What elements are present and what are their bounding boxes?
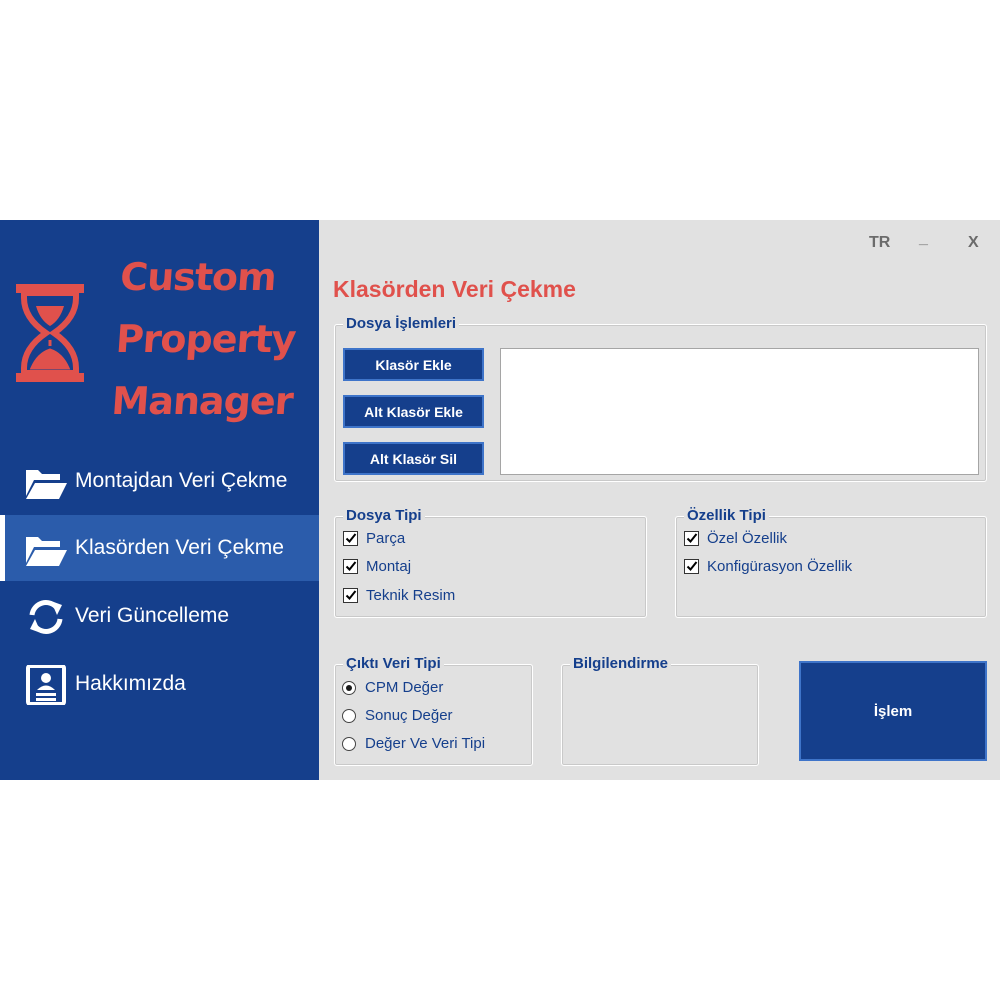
remove-subfolder-button[interactable]: Alt Klasör Sil <box>343 442 484 475</box>
radio-cpm-deger[interactable]: CPM Değer <box>342 679 443 696</box>
group-title: Çıktı Veri Tipi <box>343 655 444 672</box>
checkbox-label: Montaj <box>366 558 412 575</box>
folder-open-icon <box>26 537 67 566</box>
close-button[interactable]: X <box>968 234 979 252</box>
sidebar-item-hakkimizda[interactable]: Hakkımızda <box>0 651 319 717</box>
checkbox-montaj[interactable]: Montaj <box>343 558 411 575</box>
checkbox-label: Konfigürasyon Özellik <box>707 558 853 575</box>
radio-deger-ve-veri-tipi[interactable]: Değer Ve Veri Tipi <box>342 735 485 752</box>
logo-line: Manager <box>110 379 295 423</box>
checkbox-ozel-ozellik[interactable]: Özel Özellik <box>684 530 787 547</box>
checkbox-checked-icon <box>684 531 699 546</box>
radio-sonuc-deger[interactable]: Sonuç Değer <box>342 707 453 724</box>
sidebar-item-label: Klasörden Veri Çekme <box>75 536 284 559</box>
add-subfolder-button[interactable]: Alt Klasör Ekle <box>343 395 484 428</box>
checkbox-checked-icon <box>343 588 358 603</box>
info-group: Bilgilendirme <box>561 655 759 766</box>
contact-card-icon <box>26 665 66 705</box>
group-title: Bilgilendirme <box>570 655 672 672</box>
sidebar-item-montajdan-veri-cekme[interactable]: Montajdan Veri Çekme <box>0 448 319 514</box>
sidebar-item-label: Montajdan Veri Çekme <box>75 469 288 492</box>
logo-line: Property <box>114 317 297 361</box>
radio-unselected-icon <box>342 736 356 751</box>
checkbox-checked-icon <box>343 559 358 574</box>
refresh-icon <box>29 600 63 634</box>
logo-line: Custom <box>118 255 278 299</box>
app-window: Custom Property Manager Montajdan Veri Ç… <box>0 220 1000 780</box>
sidebar-item-klasorden-veri-cekme[interactable]: Klasörden Veri Çekme <box>0 515 319 581</box>
sidebar: Custom Property Manager Montajdan Veri Ç… <box>0 220 319 780</box>
checkbox-checked-icon <box>684 559 699 574</box>
app-logo-text: Custom Property Manager <box>109 246 322 432</box>
sidebar-item-veri-guncelleme[interactable]: Veri Güncelleme <box>0 583 319 649</box>
radio-label: Değer Ve Veri Tipi <box>365 735 486 752</box>
checkbox-label: Parça <box>366 530 406 547</box>
minimize-button[interactable]: _ <box>919 230 928 248</box>
group-title: Özellik Tipi <box>684 507 769 524</box>
checkbox-label: Teknik Resim <box>366 587 456 604</box>
radio-label: Sonuç Değer <box>365 707 453 724</box>
checkbox-parca[interactable]: Parça <box>343 530 405 547</box>
add-folder-button[interactable]: Klasör Ekle <box>343 348 484 381</box>
radio-selected-icon <box>342 680 356 695</box>
page-title: Klasörden Veri Çekme <box>333 276 576 302</box>
folder-open-icon <box>26 470 67 499</box>
checkbox-konfigurasyon-ozellik[interactable]: Konfigürasyon Özellik <box>684 558 852 575</box>
group-title: Dosya İşlemleri <box>343 315 460 332</box>
radio-label: CPM Değer <box>365 679 444 696</box>
process-button[interactable]: İşlem <box>799 661 987 761</box>
hourglass-logo-icon <box>16 284 84 382</box>
checkbox-teknik-resim[interactable]: Teknik Resim <box>343 587 455 604</box>
folder-list[interactable] <box>500 348 979 475</box>
group-title: Dosya Tipi <box>343 507 425 524</box>
language-button[interactable]: TR <box>869 234 890 252</box>
radio-unselected-icon <box>342 708 356 723</box>
sidebar-item-label: Hakkımızda <box>75 672 186 695</box>
checkbox-label: Özel Özellik <box>707 530 788 547</box>
checkbox-checked-icon <box>343 531 358 546</box>
sidebar-item-label: Veri Güncelleme <box>75 604 230 627</box>
